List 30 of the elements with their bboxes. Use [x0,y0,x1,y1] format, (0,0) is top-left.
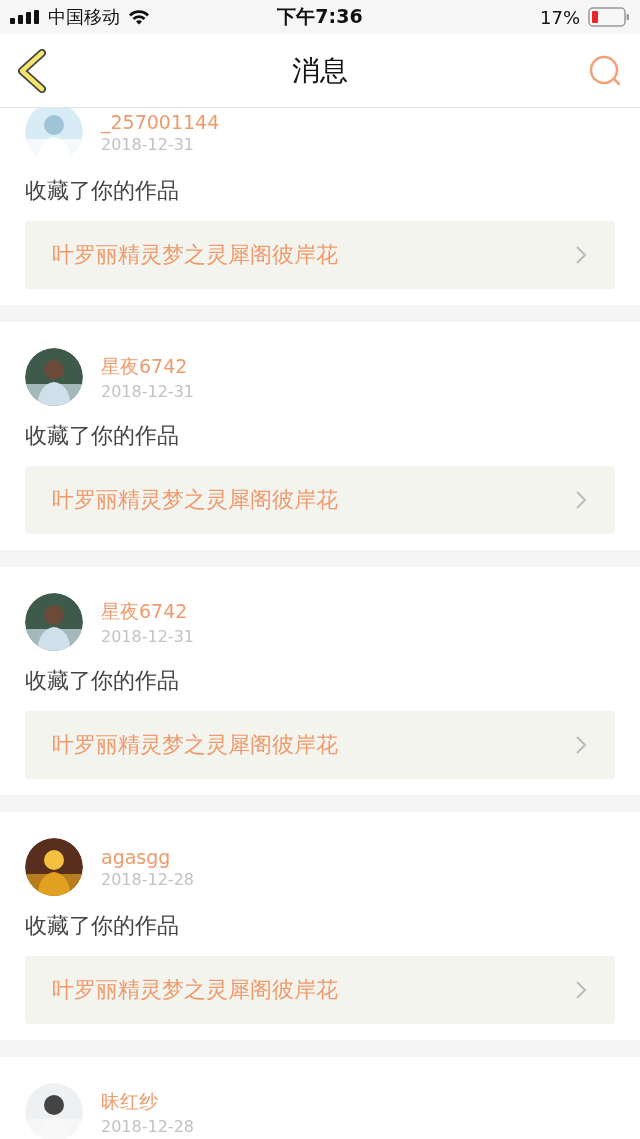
page-title: 消息 [292,52,348,89]
message-date: 2018-12-31 [101,381,194,401]
work-link[interactable]: 叶罗丽精灵梦之灵犀阁彼岸花 [25,956,615,1024]
message-text: 收藏了你的作品 [25,912,180,940]
battery-icon [588,7,630,27]
signal-icon [10,10,40,24]
message-text: 收藏了你的作品 [25,667,180,695]
work-link[interactable]: 叶罗丽精灵梦之灵犀阁彼岸花 [25,466,615,534]
message-date: 2018-12-31 [101,626,194,646]
carrier-name: 中国移动 [48,5,120,29]
message-date: 2018-12-31 [101,134,195,154]
battery-percent: 17% [540,6,580,28]
work-link[interactable]: 叶罗丽精灵梦之灵犀阁彼岸花 [25,711,615,779]
user-name[interactable]: agasgg [101,845,194,868]
back-icon[interactable] [16,48,48,93]
user-name[interactable]: _257001144 [101,110,220,133]
message-text: 收藏了你的作品 [25,422,180,450]
wifi-icon [128,9,150,25]
chevron-right-icon [575,735,587,755]
message-text: 收藏了你的作品 [25,177,180,205]
clock-time: 下午7:36 [277,4,363,29]
message-date: 2018-12-28 [101,1116,194,1136]
chevron-right-icon [575,980,587,1000]
work-link[interactable]: 叶罗丽精灵梦之灵犀阁彼岸花 [25,221,615,289]
message-date: 2018-12-28 [101,869,194,889]
user-name[interactable]: 昧红纱 [101,1088,194,1115]
user-name[interactable]: 星夜6742 [101,353,194,380]
chevron-right-icon [575,245,587,265]
chevron-right-icon [575,490,587,510]
user-name[interactable]: 星夜6742 [101,598,194,625]
